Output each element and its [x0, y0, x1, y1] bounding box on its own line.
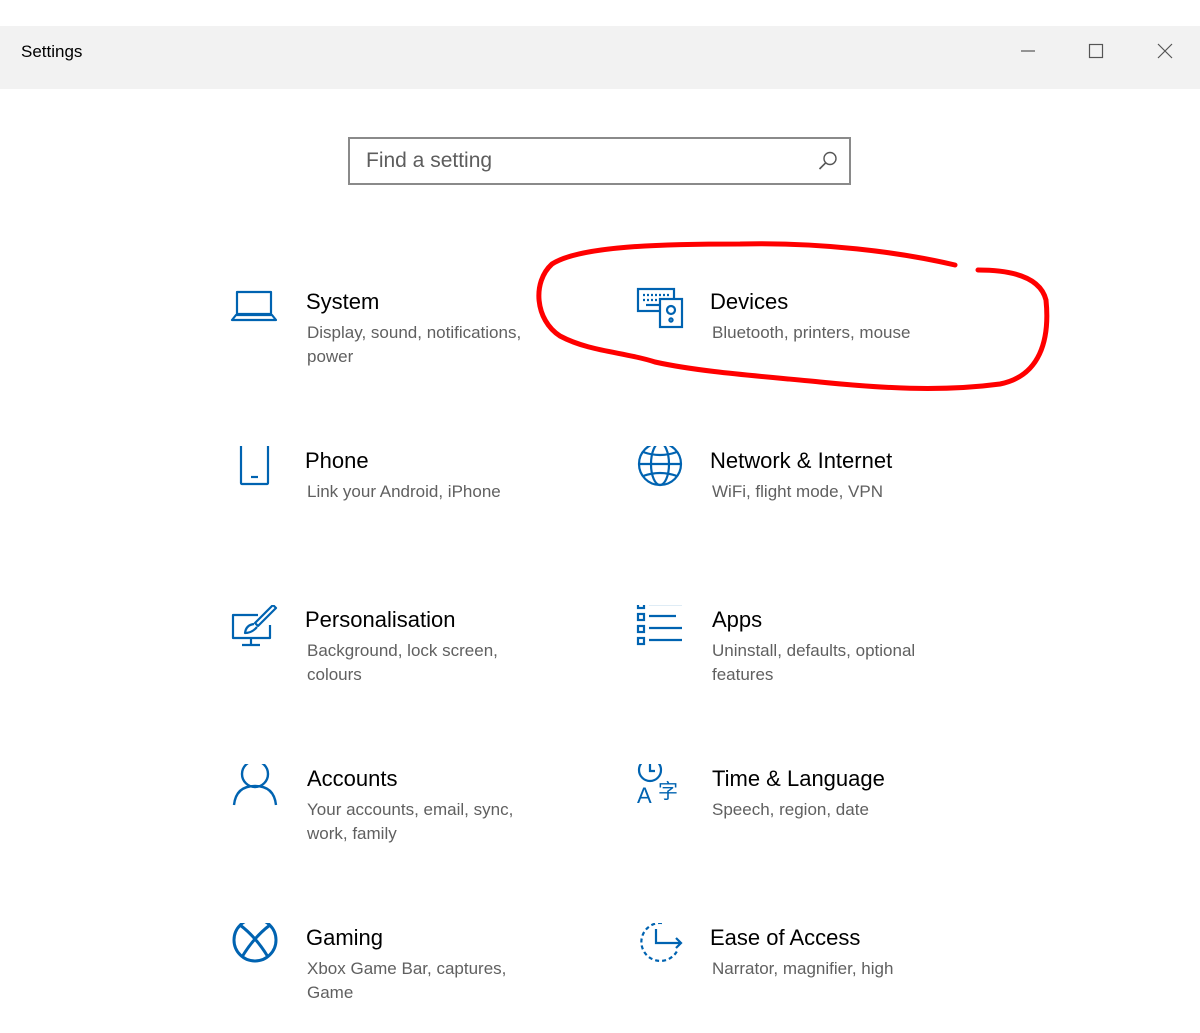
phone-icon [230, 446, 284, 500]
title-bar: Settings [0, 26, 1200, 89]
tile-title: Ease of Access [710, 925, 861, 950]
tile-title: Apps [712, 607, 763, 632]
person-icon [230, 764, 284, 818]
category-gaming[interactable]: Gaming Xbox Game Bar, captures, Game [230, 923, 570, 1033]
category-network-internet[interactable]: Network & Internet WiFi, flight mode, VP… [636, 446, 976, 556]
minimize-icon [1020, 43, 1036, 59]
tile-title: Network & Internet [710, 448, 893, 473]
tile-description: Bluetooth, printers, mouse [712, 323, 911, 342]
tile-title: Phone [305, 448, 369, 473]
category-accounts[interactable]: Accounts Your accounts, email, sync, wor… [230, 764, 570, 874]
search-input[interactable] [350, 139, 806, 183]
apps-list-icon [636, 605, 690, 659]
svg-text:A: A [637, 783, 652, 808]
tile-description: Narrator, magnifier, high [712, 959, 894, 978]
close-button[interactable] [1131, 26, 1199, 76]
close-icon [1156, 42, 1174, 60]
category-ease-of-access[interactable]: Ease of Access Narrator, magnifier, high [636, 923, 976, 1033]
tile-description: Your accounts, email, sync, work, family [307, 800, 514, 843]
search-box[interactable] [348, 137, 851, 185]
category-apps[interactable]: Apps Uninstall, defaults, optional featu… [636, 605, 976, 715]
tile-title: System [306, 289, 380, 314]
minimize-button[interactable] [994, 26, 1062, 76]
tile-description: Display, sound, notifications, power [307, 323, 522, 366]
tile-description: Uninstall, defaults, optional features [712, 641, 916, 684]
tile-description: Xbox Game Bar, captures, Game [307, 959, 507, 1002]
tile-title: Devices [710, 289, 789, 314]
tile-title: Personalisation [305, 607, 456, 632]
tile-description: Speech, region, date [712, 800, 869, 819]
category-phone[interactable]: Phone Link your Android, iPhone [230, 446, 570, 556]
svg-text:字: 字 [658, 779, 678, 803]
category-personalisation[interactable]: Personalisation Background, lock screen,… [230, 605, 570, 715]
time-language-icon: A 字 [636, 764, 690, 818]
devices-icon [636, 287, 690, 341]
tile-title: Time & Language [712, 766, 885, 791]
laptop-icon [230, 287, 284, 341]
paintbrush-icon [230, 605, 284, 659]
tile-title: Gaming [306, 925, 384, 950]
search-icon[interactable] [817, 150, 839, 177]
maximize-button[interactable] [1062, 26, 1130, 76]
app-title: Settings [21, 42, 83, 61]
category-devices[interactable]: Devices Bluetooth, printers, mouse [636, 287, 976, 397]
ease-of-access-icon [636, 923, 690, 977]
category-system[interactable]: System Display, sound, notifications, po… [230, 287, 570, 397]
tile-description: WiFi, flight mode, VPN [712, 482, 883, 501]
xbox-icon [230, 923, 284, 977]
category-time-language[interactable]: A 字 Time & Language Speech, region, date [636, 764, 976, 874]
maximize-icon [1088, 43, 1104, 59]
tile-description: Link your Android, iPhone [307, 482, 501, 501]
tile-title: Accounts [307, 766, 398, 791]
globe-icon [636, 446, 690, 500]
top-strip [0, 0, 1200, 26]
tile-description: Background, lock screen, colours [307, 641, 498, 684]
